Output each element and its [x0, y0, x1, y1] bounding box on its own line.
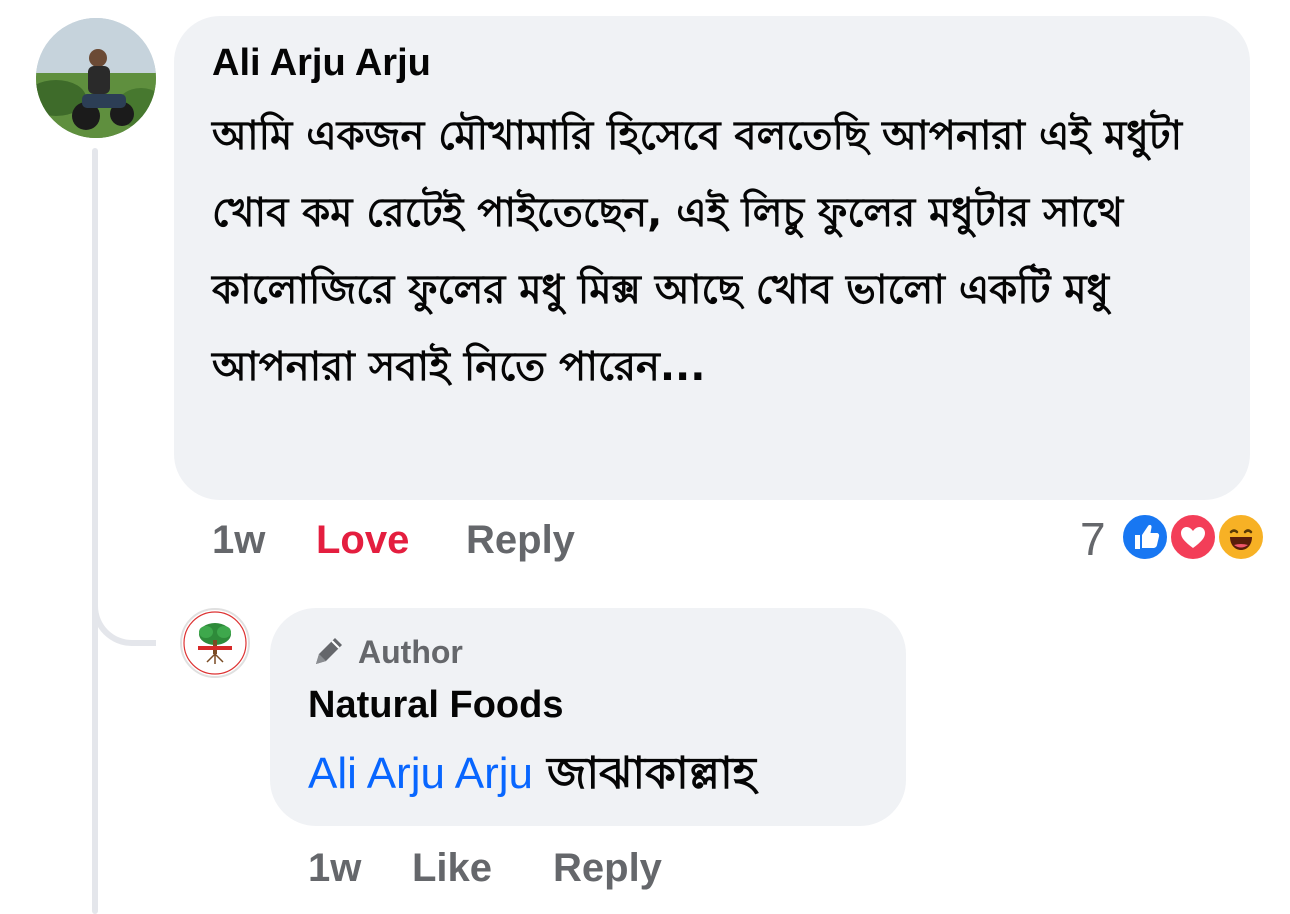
- page-avatar[interactable]: [180, 608, 250, 678]
- avatar-photo: [36, 18, 156, 138]
- reply-button[interactable]: Reply: [466, 518, 575, 563]
- love-button[interactable]: Love: [316, 518, 409, 563]
- natural-foods-logo-icon: [183, 611, 247, 675]
- mention-link[interactable]: Ali Arju Arju: [308, 749, 533, 798]
- thread-connector-line: [92, 148, 98, 914]
- heart-icon: [1181, 527, 1205, 548]
- laughing-face-icon: [1229, 529, 1253, 550]
- comment-author-name[interactable]: Ali Arju Arju: [212, 42, 431, 85]
- like-button[interactable]: Like: [412, 846, 492, 891]
- comment-timestamp[interactable]: 1w: [212, 518, 265, 563]
- reply-timestamp[interactable]: 1w: [308, 846, 361, 891]
- avatar[interactable]: [36, 18, 156, 138]
- comment-text: আমি একজন মৌখামারি হিসেবে বলতেছি আপনারা এ…: [212, 113, 1183, 390]
- pen-icon: [316, 638, 342, 664]
- reply-text: Ali Arju Arju জাঝাকাল্লাহ: [308, 740, 756, 813]
- reply-reply-button[interactable]: Reply: [553, 846, 662, 891]
- thread-reply-connector: [92, 570, 156, 646]
- like-icon[interactable]: [1120, 512, 1170, 562]
- author-badge-label: Author: [358, 633, 463, 670]
- reply-body-text: জাঝাকাল্লাহ: [546, 748, 756, 799]
- love-icon[interactable]: [1168, 512, 1218, 562]
- haha-icon[interactable]: [1216, 512, 1266, 562]
- reply-author-name[interactable]: Natural Foods: [308, 684, 563, 727]
- author-badge: Author: [308, 632, 463, 672]
- thumbs-up-icon: [1135, 524, 1160, 549]
- reaction-count[interactable]: 7: [1080, 512, 1106, 566]
